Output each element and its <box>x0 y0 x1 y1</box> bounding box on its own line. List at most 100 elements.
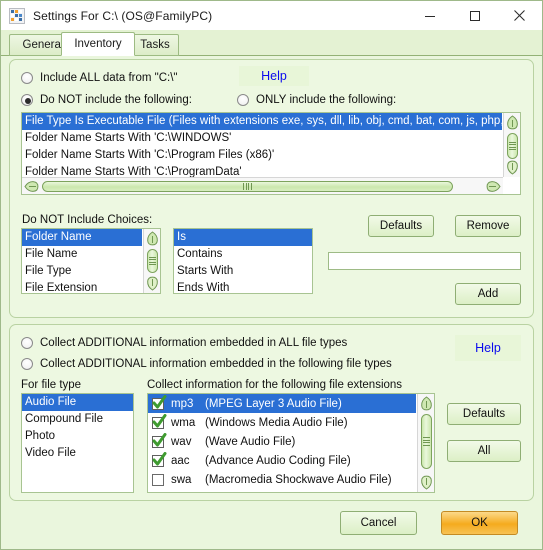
inventory-defaults-button[interactable]: Defaults <box>368 215 434 237</box>
rules-scroll-thumb[interactable] <box>507 133 518 159</box>
scroll-right-leaf-icon[interactable] <box>485 179 502 194</box>
checkbox-checked-icon[interactable] <box>152 413 167 429</box>
list-item[interactable]: File Name <box>22 246 142 263</box>
add-label: Add <box>477 288 499 300</box>
close-icon[interactable] <box>497 1 542 30</box>
rules-horizontal-scrollbar[interactable] <box>22 177 503 194</box>
radio-include-all-label: Include ALL data from "C:\" <box>40 72 178 84</box>
list-item[interactable]: File Extension <box>22 280 142 293</box>
list-item[interactable]: aiff (Audio Interchange File Format File… <box>148 489 416 494</box>
minimize-icon[interactable] <box>407 1 452 30</box>
title-bar: Settings For C:\ (OS@FamilyPC) <box>1 1 542 31</box>
extensions-scroll-thumb[interactable] <box>421 414 432 469</box>
list-item[interactable]: Photo <box>22 428 133 445</box>
inventory-help-link[interactable]: Help <box>239 66 309 86</box>
additional-help-link[interactable]: Help <box>455 335 521 361</box>
tab-inventory-label: Inventory <box>74 38 122 50</box>
checkbox-checked-icon[interactable] <box>152 451 167 467</box>
scroll-up-leaf-icon[interactable] <box>419 395 434 412</box>
add-button[interactable]: Add <box>455 283 521 305</box>
scroll-grip <box>149 256 156 266</box>
list-item[interactable]: Folder Name Starts With 'C:\WINDOWS' <box>22 130 502 147</box>
operators-listbox[interactable]: Is Contains Starts With Ends With <box>173 228 313 294</box>
all-button[interactable]: All <box>447 440 521 462</box>
inventory-defaults-label: Defaults <box>379 220 423 232</box>
maximize-icon[interactable] <box>452 1 497 30</box>
list-item[interactable]: Audio File <box>22 394 133 411</box>
rules-listbox[interactable]: File Type Is Executable File (Files with… <box>21 112 521 195</box>
rule-value-input[interactable] <box>328 252 521 270</box>
file-types-list-items: Audio File Compound File Photo Video Fil… <box>22 394 133 462</box>
extension-name: wma <box>171 416 196 429</box>
cancel-label: Cancel <box>360 517 397 529</box>
rules-vertical-scrollbar[interactable] <box>503 113 520 177</box>
extensions-vertical-scrollbar[interactable] <box>417 394 434 492</box>
list-item[interactable]: aac (Advance Audio Coding File) <box>148 451 416 470</box>
choices-listbox[interactable]: Folder Name File Name File Type File Ext… <box>21 228 161 294</box>
extension-name: wav <box>171 435 192 448</box>
cancel-button[interactable]: Cancel <box>340 511 417 535</box>
remove-label: Remove <box>466 220 510 232</box>
radio-collect-following-types[interactable]: Collect ADDITIONAL information embedded … <box>21 358 392 370</box>
radio-include-all[interactable]: Include ALL data from "C:\" <box>21 72 178 84</box>
radio-collect-following-types-marker <box>21 358 33 370</box>
radio-only-include-label: ONLY include the following: <box>256 94 397 106</box>
checkbox-unchecked-icon[interactable] <box>152 473 164 486</box>
choices-scroll-thumb[interactable] <box>147 249 158 273</box>
file-types-listbox[interactable]: Audio File Compound File Photo Video Fil… <box>21 393 134 493</box>
checkbox-checked-icon[interactable] <box>152 394 167 410</box>
choices-vertical-scrollbar[interactable] <box>143 229 160 293</box>
extension-name: aac <box>171 454 190 467</box>
scroll-down-leaf-icon[interactable] <box>505 159 520 176</box>
extension-desc: (MPEG Layer 3 Audio File) <box>205 397 342 410</box>
list-item[interactable]: swa (Macromedia Shockwave Audio File) <box>148 470 416 489</box>
remove-button[interactable]: Remove <box>455 215 521 237</box>
radio-do-not-include-marker <box>21 94 33 106</box>
window-controls <box>407 1 542 30</box>
scroll-down-leaf-icon[interactable] <box>419 474 434 491</box>
checkbox-checked-icon[interactable] <box>152 432 167 448</box>
scroll-up-leaf-icon[interactable] <box>505 114 520 131</box>
operators-list-items: Is Contains Starts With Ends With <box>174 229 312 293</box>
extension-desc: (Windows Media Audio File) <box>205 416 348 429</box>
radio-only-include[interactable]: ONLY include the following: <box>237 94 396 106</box>
checkbox-unchecked-icon[interactable] <box>152 493 164 494</box>
list-item[interactable]: Video File <box>22 445 133 462</box>
tab-inventory[interactable]: Inventory <box>61 32 135 56</box>
ok-button[interactable]: OK <box>441 511 518 535</box>
scroll-grip <box>423 437 430 446</box>
extensions-listbox[interactable]: mp3 (MPEG Layer 3 Audio File) wma (Windo… <box>147 393 435 493</box>
list-item[interactable]: Compound File <box>22 411 133 428</box>
additional-defaults-label: Defaults <box>462 408 506 420</box>
list-item[interactable]: File Type Is Executable File (Files with… <box>22 113 502 130</box>
all-label: All <box>477 445 491 457</box>
settings-window: Settings For C:\ (OS@FamilyPC) General I… <box>0 0 543 550</box>
scroll-left-leaf-icon[interactable] <box>23 179 40 194</box>
extension-desc: (Advance Audio Coding File) <box>205 454 351 467</box>
radio-only-include-marker <box>237 94 249 106</box>
scroll-up-leaf-icon[interactable] <box>145 230 160 247</box>
list-item[interactable]: mp3 (MPEG Layer 3 Audio File) <box>148 394 416 413</box>
list-item[interactable]: Ends With <box>174 280 312 293</box>
tab-tasks-label: Tasks <box>140 39 170 51</box>
rules-hscroll-thumb[interactable] <box>42 181 453 192</box>
radio-collect-all-types[interactable]: Collect ADDITIONAL information embedded … <box>21 337 347 349</box>
radio-do-not-include-label: Do NOT include the following: <box>40 94 192 106</box>
list-item[interactable]: Contains <box>174 246 312 263</box>
list-item[interactable]: Folder Name <box>22 229 142 246</box>
extension-name: mp3 <box>171 397 194 410</box>
list-item[interactable]: File Type <box>22 263 142 280</box>
list-item[interactable]: Starts With <box>174 263 312 280</box>
radio-do-not-include[interactable]: Do NOT include the following: <box>21 94 192 106</box>
scroll-down-leaf-icon[interactable] <box>145 275 160 292</box>
file-type-label: For file type <box>21 379 82 391</box>
list-item[interactable]: wma (Windows Media Audio File) <box>148 413 416 432</box>
list-item[interactable]: Folder Name Starts With 'C:\Program File… <box>22 147 502 164</box>
radio-collect-following-types-label: Collect ADDITIONAL information embedded … <box>40 358 392 370</box>
additional-help-label: Help <box>475 341 501 355</box>
tab-tasks[interactable]: Tasks <box>131 34 179 56</box>
list-item[interactable]: Is <box>174 229 312 246</box>
additional-defaults-button[interactable]: Defaults <box>447 403 521 425</box>
list-item[interactable]: wav (Wave Audio File) <box>148 432 416 451</box>
extension-desc: (Wave Audio File) <box>205 435 296 448</box>
